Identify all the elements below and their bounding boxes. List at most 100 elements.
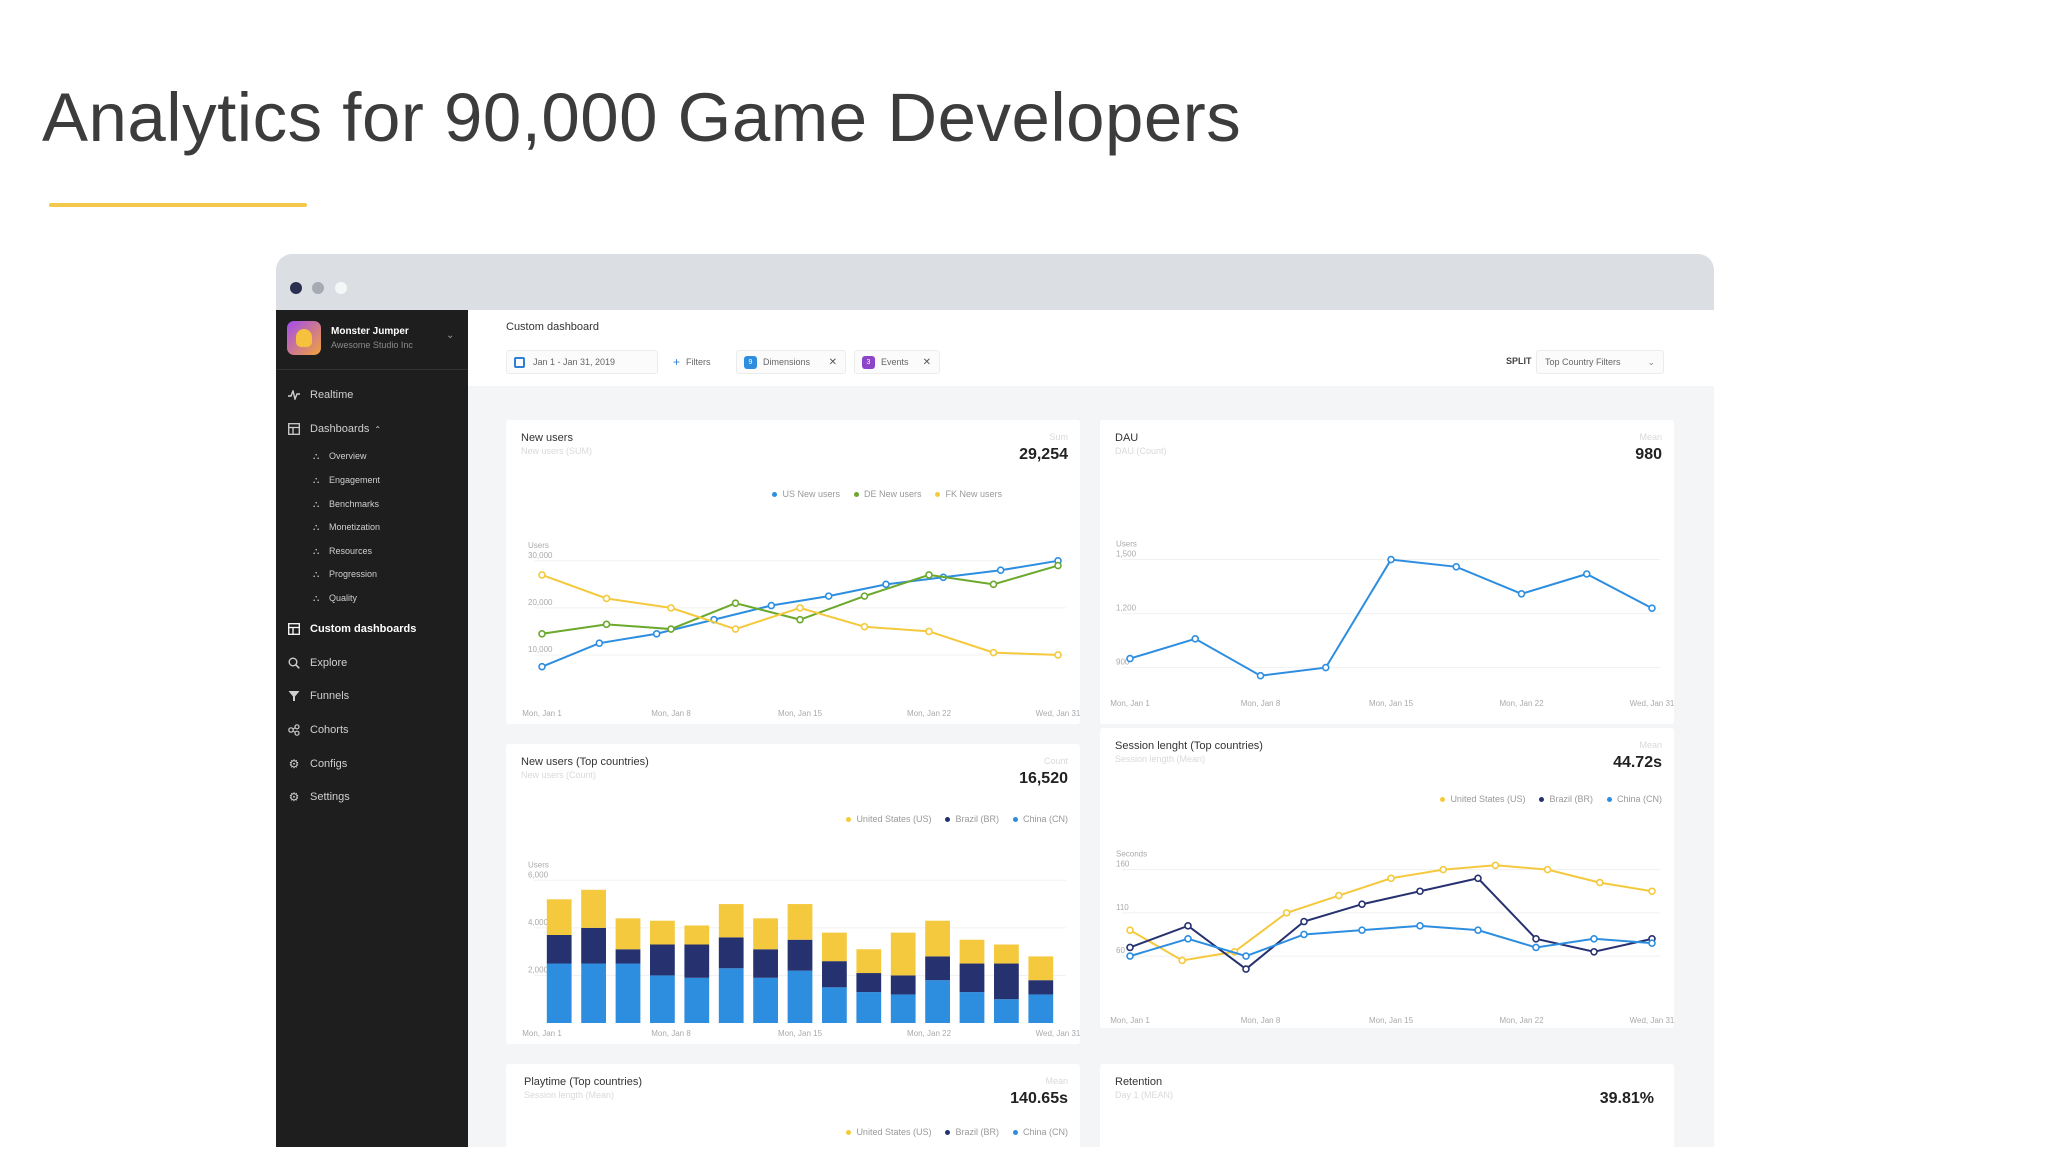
nodes-icon: ⛬ bbox=[313, 450, 320, 461]
dau-card[interactable]: DAU DAU (Count) Mean 980 900 1,200 1,500 Us… bbox=[1100, 420, 1675, 724]
legend-item[interactable]: US New users bbox=[772, 489, 840, 499]
gear-icon: ⚙ bbox=[288, 757, 300, 771]
legend-item[interactable]: China (CN) bbox=[1012, 814, 1068, 824]
playtime-card[interactable]: Playtime (Top countries) Session length … bbox=[506, 1064, 1080, 1147]
legend-item[interactable]: United States (US) bbox=[846, 814, 931, 824]
session-length-card[interactable]: Session lenght (Top countries) Session l… bbox=[1100, 728, 1675, 1028]
date-range-picker[interactable]: Jan 1 - Jan 31, 2019 bbox=[506, 350, 658, 374]
legend-item[interactable]: United States (US) bbox=[846, 1127, 931, 1137]
bar-segment bbox=[822, 961, 847, 988]
sidebar-item-dashboards[interactable]: Dashboards ⌃ bbox=[287, 420, 381, 438]
data-point bbox=[1256, 671, 1265, 680]
sidebar-subitem-overview[interactable]: ⛬ Overview bbox=[313, 449, 367, 463]
data-point bbox=[1543, 865, 1552, 874]
legend-item[interactable]: China (CN) bbox=[1606, 794, 1662, 804]
dashboard-toolbar: Custom dashboard Jan 1 - Jan 31, 2019 + … bbox=[468, 310, 1714, 386]
filters-button[interactable]: + Filters bbox=[666, 350, 728, 374]
bar-segment bbox=[925, 920, 950, 957]
data-point bbox=[1126, 926, 1134, 934]
data-point bbox=[824, 592, 833, 600]
app-switcher[interactable]: Monster Jumper Awesome Studio Inc ⌄ bbox=[276, 310, 468, 370]
legend-item[interactable]: Brazil (BR) bbox=[945, 1127, 999, 1137]
x-tick-label: Mon, Jan 15 bbox=[1369, 699, 1414, 708]
sidebar-item-label: Realtime bbox=[310, 389, 354, 401]
legend-item[interactable]: Brazil (BR) bbox=[1539, 794, 1593, 804]
legend-item[interactable]: FK New users bbox=[935, 489, 1002, 499]
legend-item[interactable]: Brazil (BR) bbox=[945, 814, 999, 824]
filters-label: Filters bbox=[686, 357, 711, 367]
sidebar-item-custom-dashboards[interactable]: Custom dashboards bbox=[287, 620, 416, 638]
bar-segment bbox=[581, 889, 606, 928]
bar-segment bbox=[856, 973, 882, 993]
window-close-dot[interactable] bbox=[290, 282, 302, 294]
legend-item[interactable]: United States (US) bbox=[1440, 794, 1525, 804]
sidebar-subitem-monetization[interactable]: ⛬ Monetization bbox=[313, 520, 380, 534]
bar-segment bbox=[615, 918, 641, 950]
retention-card[interactable]: Retention Day 1 (MEAN) 39.81% bbox=[1100, 1064, 1674, 1147]
sidebar-subitem-progression[interactable]: ⛬ Progression bbox=[313, 567, 377, 581]
data-point bbox=[1054, 561, 1062, 570]
data-point bbox=[860, 622, 869, 631]
grid-icon bbox=[287, 622, 301, 636]
sidebar-subitem-engagement[interactable]: ⛬ Engagement bbox=[313, 473, 380, 487]
title-underline bbox=[49, 203, 307, 207]
sidebar-subitem-label: Progression bbox=[329, 569, 378, 579]
data-point bbox=[925, 627, 933, 636]
bar-segment bbox=[718, 968, 744, 1023]
events-chip[interactable]: 3 Events ✕ bbox=[854, 350, 940, 374]
x-tick-label: Wed, Jan 31 bbox=[1630, 699, 1675, 708]
data-point bbox=[1491, 861, 1500, 870]
sidebar-item-settings[interactable]: ⚙ Settings bbox=[287, 788, 350, 806]
sidebar-item-configs[interactable]: ⚙ Configs bbox=[287, 755, 348, 773]
bar-segment bbox=[890, 975, 916, 995]
sidebar-subitem-quality[interactable]: ⛬ Quality bbox=[313, 591, 357, 605]
chevron-down-icon[interactable]: ⌄ bbox=[446, 330, 454, 341]
legend-item[interactable]: China (CN) bbox=[1012, 1127, 1068, 1137]
split-select[interactable]: Top Country Filters ⌄ bbox=[1536, 350, 1664, 374]
card-value: 29,254 bbox=[1019, 446, 1068, 463]
nodes-icon: ⛬ bbox=[313, 545, 320, 556]
window-maximize-dot[interactable] bbox=[335, 282, 347, 294]
data-point bbox=[1184, 935, 1192, 943]
data-point bbox=[1648, 604, 1656, 612]
data-point bbox=[1648, 939, 1656, 947]
legend-label: Brazil (BR) bbox=[955, 1127, 999, 1137]
bar-segment bbox=[718, 904, 744, 938]
data-point bbox=[602, 620, 611, 629]
chevron-up-icon[interactable]: ⌃ bbox=[374, 425, 381, 434]
data-point bbox=[731, 599, 740, 607]
sidebar-subitem-benchmarks[interactable]: ⛬ Benchmarks bbox=[313, 497, 379, 511]
legend-label: China (CN) bbox=[1022, 1127, 1068, 1137]
chart-legend: United States (US) Brazil (BR) China (CN… bbox=[846, 814, 1068, 824]
x-tick-label: Mon, Jan 22 bbox=[907, 1029, 952, 1038]
x-tick-label: Wed, Jan 31 bbox=[1036, 709, 1081, 718]
card-aggregation: Count bbox=[1043, 756, 1068, 766]
sidebar-item-label: Settings bbox=[310, 791, 350, 803]
data-point bbox=[989, 648, 998, 657]
sidebar-item-funnels[interactable]: Funnels bbox=[287, 687, 349, 705]
data-point bbox=[1178, 956, 1186, 965]
new-users-top-countries-card[interactable]: New users (Top countries) New users (Cou… bbox=[506, 744, 1081, 1044]
sidebar-item-realtime[interactable]: Realtime bbox=[287, 386, 353, 404]
app-window: Monster Jumper Awesome Studio Inc ⌄ Real… bbox=[276, 254, 1714, 1147]
bar-segment bbox=[787, 904, 813, 940]
sidebar-subitem-resources[interactable]: ⛬ Resources bbox=[313, 544, 372, 558]
y-tick-label: 10,000 bbox=[528, 645, 553, 654]
data-point bbox=[1184, 922, 1192, 930]
close-icon[interactable]: ✕ bbox=[829, 357, 837, 368]
sidebar-item-cohorts[interactable]: Cohorts bbox=[287, 721, 349, 739]
data-point bbox=[667, 625, 675, 633]
chart-legend: US New users DE New users FK New users bbox=[772, 489, 1002, 499]
new-users-card[interactable]: New users New users (SUM) Sum 29,254 US … bbox=[506, 420, 1081, 724]
close-icon[interactable]: ✕ bbox=[923, 357, 931, 368]
window-minimize-dot[interactable] bbox=[312, 282, 324, 294]
data-point bbox=[1242, 952, 1250, 960]
sidebar-item-label: Funnels bbox=[310, 690, 350, 702]
split-label: SPLIT bbox=[1506, 356, 1532, 366]
series-line bbox=[1129, 558, 1653, 677]
legend-item[interactable]: DE New users bbox=[853, 489, 921, 499]
sidebar-item-explore[interactable]: Explore bbox=[287, 654, 347, 672]
sidebar-item-label: Custom dashboards bbox=[310, 623, 417, 635]
data-point bbox=[996, 566, 1005, 575]
dimensions-chip[interactable]: 9 Dimensions ✕ bbox=[736, 350, 846, 374]
